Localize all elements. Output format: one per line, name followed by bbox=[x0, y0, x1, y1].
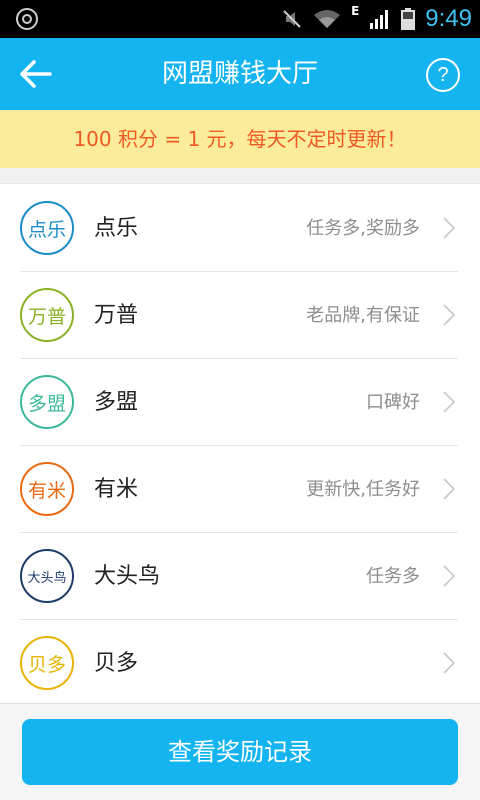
view-rewards-button[interactable]: 查看奖励记录 bbox=[22, 719, 458, 785]
network-name: 贝多 bbox=[94, 651, 139, 676]
network-logo: 有米 bbox=[20, 462, 74, 516]
network-description: 老品牌,有保证 bbox=[306, 305, 420, 326]
bottom-bar: 查看奖励记录 bbox=[0, 703, 480, 800]
help-button[interactable]: ? bbox=[426, 58, 460, 92]
network-logo: 大头鸟 bbox=[20, 549, 74, 603]
clock: 9:49 bbox=[425, 5, 472, 32]
network-logo: 万普 bbox=[20, 288, 74, 342]
network-logo: 贝多 bbox=[20, 636, 74, 690]
ad-network-list: 点乐 点乐 任务多,奖励多万普 万普 老品牌,有保证多盟 多盟 口碑好有米 有米 更新快,任务好… bbox=[0, 185, 480, 707]
network-name: 万普 bbox=[94, 303, 139, 328]
chevron-right-icon bbox=[443, 478, 456, 500]
network-description: 口碑好 bbox=[366, 392, 420, 413]
list-item[interactable]: 大头鸟 大头鸟 任务多 bbox=[20, 533, 458, 620]
network-description: 任务多 bbox=[366, 566, 420, 587]
status-icons: E 9:49 bbox=[281, 0, 472, 38]
list-item[interactable]: 有米 有米 更新快,任务好 bbox=[20, 446, 458, 533]
settings-ring-icon bbox=[16, 8, 38, 30]
network-name: 有米 bbox=[94, 477, 139, 502]
chevron-right-icon bbox=[443, 565, 456, 587]
network-name: 大头鸟 bbox=[94, 564, 161, 589]
wifi-icon bbox=[314, 10, 341, 28]
app-header: 网盟赚钱大厅 ? bbox=[0, 38, 480, 110]
mute-icon bbox=[283, 10, 301, 28]
chevron-right-icon bbox=[443, 304, 456, 326]
section-divider bbox=[0, 168, 480, 184]
network-logo: 点乐 bbox=[20, 201, 74, 255]
page-title: 网盟赚钱大厅 bbox=[161, 59, 318, 89]
network-type: E bbox=[351, 4, 360, 18]
status-bar: E 9:49 bbox=[0, 0, 480, 38]
chevron-right-icon bbox=[443, 217, 456, 239]
list-item[interactable]: 贝多 贝多 bbox=[20, 620, 458, 707]
network-logo: 多盟 bbox=[20, 375, 74, 429]
chevron-right-icon bbox=[443, 391, 456, 413]
network-description: 任务多,奖励多 bbox=[306, 218, 420, 239]
network-name: 点乐 bbox=[94, 216, 139, 241]
network-description: 更新快,任务好 bbox=[306, 479, 420, 500]
list-item[interactable]: 万普 万普 老品牌,有保证 bbox=[20, 272, 458, 359]
list-item[interactable]: 点乐 点乐 任务多,奖励多 bbox=[20, 185, 458, 272]
battery-icon bbox=[401, 8, 416, 30]
network-name: 多盟 bbox=[94, 390, 139, 415]
chevron-right-icon bbox=[443, 652, 456, 674]
points-notice: 100 积分 = 1 元，每天不定时更新！ bbox=[0, 110, 480, 168]
signal-icon bbox=[370, 10, 389, 29]
list-item[interactable]: 多盟 多盟 口碑好 bbox=[20, 359, 458, 446]
